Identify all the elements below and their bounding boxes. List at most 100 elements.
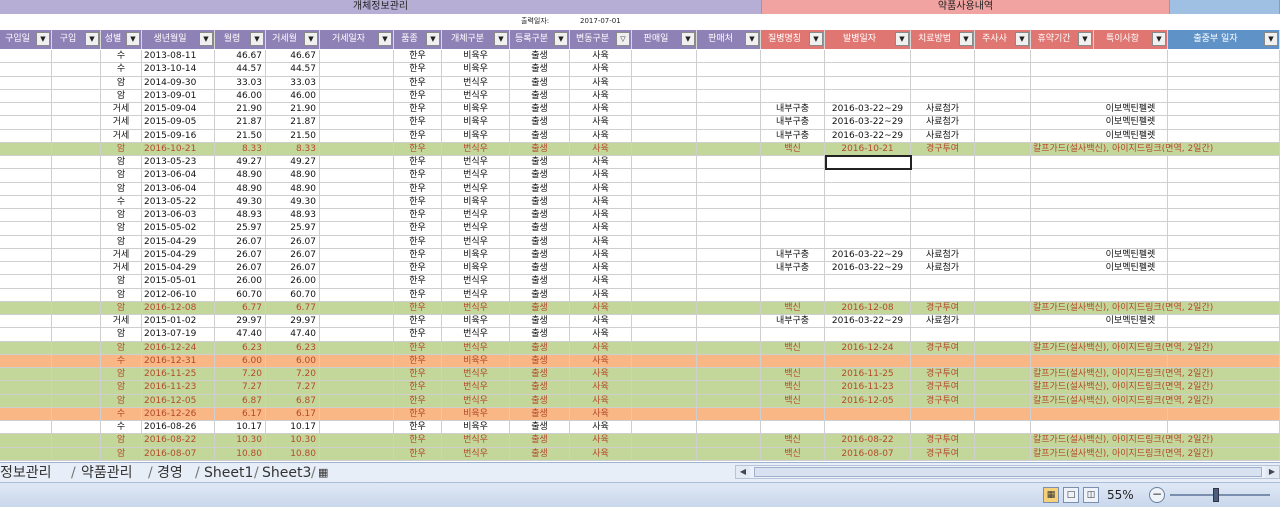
table-cell[interactable]: 비육우 xyxy=(442,116,510,130)
table-cell[interactable]: 2016-03-22~29 xyxy=(825,315,911,328)
table-cell[interactable]: 7.27 xyxy=(266,381,320,395)
table-cell[interactable]: 경구투여 xyxy=(911,447,975,461)
scroll-left-icon[interactable]: ◀ xyxy=(736,466,750,478)
table-cell[interactable]: 한우 xyxy=(394,235,442,249)
table-cell[interactable]: 26.00 xyxy=(266,275,320,289)
table-cell[interactable] xyxy=(0,368,52,381)
table-cell[interactable] xyxy=(52,103,101,116)
table-cell[interactable] xyxy=(1031,116,1094,129)
table-cell[interactable]: 번식우 xyxy=(442,275,510,289)
table-cell[interactable]: 번식우 xyxy=(442,288,510,302)
table-cell[interactable]: 거세 xyxy=(101,262,142,275)
table-cell[interactable] xyxy=(632,89,697,103)
table-cell[interactable]: 사육 xyxy=(570,235,632,249)
table-cell[interactable] xyxy=(761,328,825,342)
table-cell[interactable]: 사육 xyxy=(570,103,632,116)
horizontal-scrollbar[interactable]: ◀ ▶ xyxy=(735,465,1280,479)
table-cell[interactable]: 번식우 xyxy=(442,235,510,249)
filter-dropdown-icon[interactable]: ▼ xyxy=(1078,32,1092,46)
table-cell[interactable] xyxy=(975,209,1031,222)
table-cell[interactable]: 암 xyxy=(101,341,142,355)
table-cell[interactable]: 33.03 xyxy=(266,76,320,90)
table-cell[interactable] xyxy=(697,103,761,116)
table-cell[interactable] xyxy=(1168,116,1280,130)
table-cell[interactable]: 6.77 xyxy=(266,301,320,315)
table-cell[interactable] xyxy=(52,156,101,169)
table-cell[interactable] xyxy=(0,248,52,262)
table-cell[interactable] xyxy=(1168,262,1280,275)
table-cell[interactable] xyxy=(1031,50,1094,63)
table-cell[interactable]: 사육 xyxy=(570,222,632,236)
table-cell[interactable] xyxy=(697,421,761,434)
table-cell[interactable]: 10.17 xyxy=(266,421,320,434)
new-sheet-icon[interactable]: ▦ xyxy=(318,463,328,483)
table-cell[interactable]: 2016-10-21 xyxy=(142,142,215,156)
table-cell[interactable]: 암 xyxy=(101,275,142,289)
table-cell[interactable]: 비육우 xyxy=(442,262,510,275)
table-cell[interactable]: 암 xyxy=(101,142,142,156)
table-cell[interactable]: 사육 xyxy=(570,142,632,156)
table-cell[interactable]: 거세 xyxy=(101,315,142,328)
normal-view-icon[interactable]: ▦ xyxy=(1043,487,1059,503)
table-cell[interactable] xyxy=(697,262,761,275)
table-cell[interactable] xyxy=(911,182,975,196)
table-cell[interactable]: 백신 xyxy=(761,368,825,381)
scroll-thumb[interactable] xyxy=(754,467,1262,477)
table-cell[interactable] xyxy=(632,209,697,222)
table-cell[interactable] xyxy=(975,142,1031,156)
table-cell[interactable] xyxy=(1094,63,1168,77)
table-cell[interactable]: 사육 xyxy=(570,434,632,448)
table-cell[interactable] xyxy=(975,315,1031,328)
table-cell[interactable]: 한우 xyxy=(394,103,442,116)
table-cell[interactable]: 한우 xyxy=(394,116,442,130)
table-cell[interactable]: 2016-12-08 xyxy=(825,301,911,315)
table-cell[interactable] xyxy=(1168,103,1280,116)
table-cell[interactable]: 출생 xyxy=(510,209,570,222)
table-cell[interactable] xyxy=(911,156,975,169)
table-cell[interactable] xyxy=(975,394,1031,408)
table-cell[interactable] xyxy=(52,169,101,183)
table-cell[interactable] xyxy=(697,235,761,249)
table-cell[interactable] xyxy=(0,142,52,156)
table-cell[interactable]: 비육우 xyxy=(442,129,510,143)
table-cell[interactable] xyxy=(825,50,911,63)
table-cell[interactable] xyxy=(52,142,101,156)
table-cell[interactable] xyxy=(632,394,697,408)
table-cell[interactable]: 2016-11-25 xyxy=(825,368,911,381)
table-cell[interactable] xyxy=(697,341,761,355)
table-cell[interactable]: 2013-06-03 xyxy=(142,209,215,222)
table-cell[interactable] xyxy=(52,434,101,448)
scroll-right-icon[interactable]: ▶ xyxy=(1265,466,1279,478)
table-cell[interactable]: 2015-04-29 xyxy=(142,248,215,262)
table-cell[interactable]: 한우 xyxy=(394,142,442,156)
table-cell[interactable]: 내부구충 xyxy=(761,129,825,143)
table-cell[interactable]: 2015-05-01 xyxy=(142,275,215,289)
table-cell[interactable]: 사육 xyxy=(570,156,632,169)
table-cell[interactable]: 백신 xyxy=(761,341,825,355)
table-cell[interactable]: 칼프가드(설사백신), 아이지드링크(면역, 2일간) xyxy=(1031,381,1213,394)
table-cell[interactable] xyxy=(697,76,761,90)
table-cell[interactable] xyxy=(0,116,52,130)
table-cell[interactable] xyxy=(0,76,52,90)
table-cell[interactable]: 한우 xyxy=(394,341,442,355)
table-cell[interactable]: 사육 xyxy=(570,447,632,461)
table-cell[interactable] xyxy=(52,315,101,328)
table-cell[interactable] xyxy=(632,328,697,342)
table-cell[interactable]: 번식우 xyxy=(442,381,510,395)
table-cell[interactable] xyxy=(320,63,394,77)
table-cell[interactable] xyxy=(1168,421,1280,434)
table-cell[interactable]: 출생 xyxy=(510,341,570,355)
table-cell[interactable]: 출생 xyxy=(510,407,570,421)
table-cell[interactable] xyxy=(632,248,697,262)
table-cell[interactable] xyxy=(1031,209,1094,222)
table-cell[interactable]: 2013-09-01 xyxy=(142,89,215,103)
table-cell[interactable]: 33.03 xyxy=(215,76,266,90)
table-cell[interactable]: 2016-08-22 xyxy=(825,434,911,448)
table-cell[interactable] xyxy=(1031,196,1094,209)
table-cell[interactable] xyxy=(825,407,911,421)
table-cell[interactable]: 사육 xyxy=(570,209,632,222)
table-cell[interactable] xyxy=(1031,103,1094,116)
table-cell[interactable] xyxy=(632,262,697,275)
table-cell[interactable] xyxy=(0,354,52,368)
table-cell[interactable]: 출생 xyxy=(510,288,570,302)
